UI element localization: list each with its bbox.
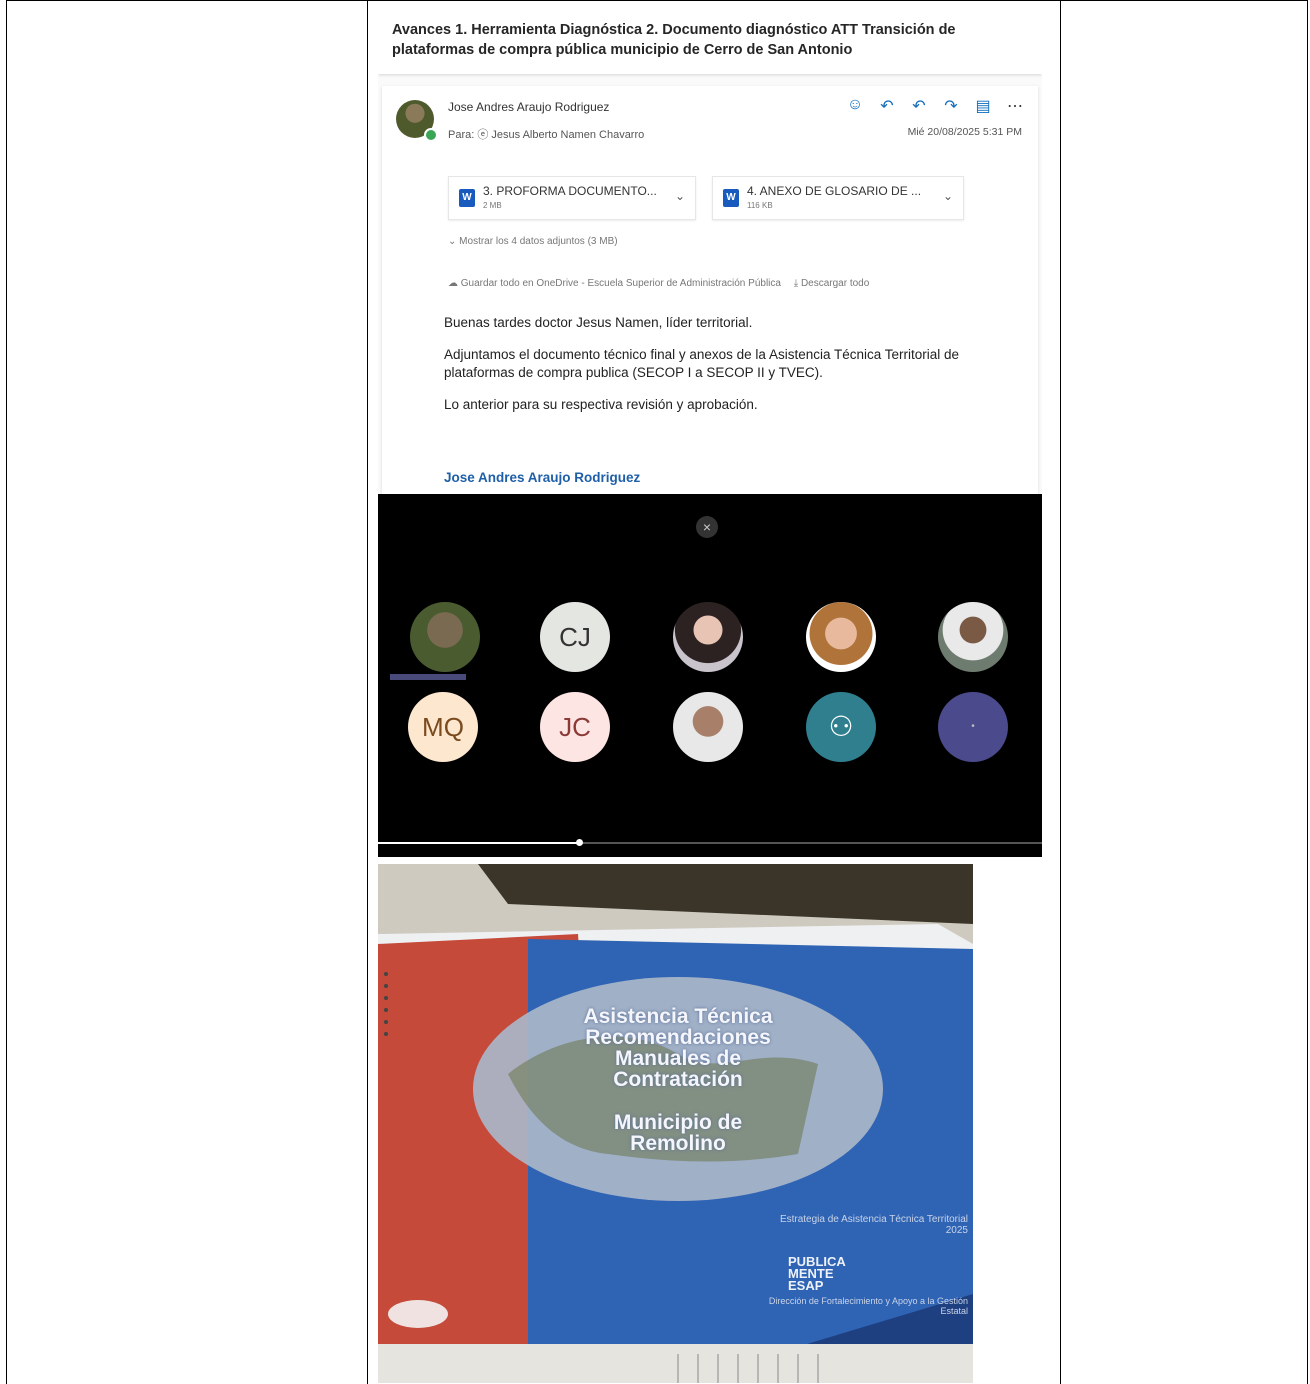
overflow-participants: • [938,692,1008,762]
word-file-icon: W [459,189,475,207]
cover-line: Asistencia Técnica [583,1005,773,1028]
participant-avatar: MQ [408,692,478,762]
cover-title: Asistencia Técnica Recomendaciones Manua… [438,1006,918,1154]
body-paragraph: Adjuntamos el documento técnico final y … [444,347,960,380]
forward-icon[interactable]: ↷ [942,96,960,116]
sender-name: Jose Andres Araujo Rodriguez [448,100,610,114]
document-cover-photo: Asistencia Técnica Recomendaciones Manua… [378,864,973,1383]
participant-name-tag [653,674,763,680]
cover-line: Remolino [630,1132,726,1155]
body-paragraph: Lo anterior para su respectiva revisión … [444,397,758,412]
participant-avatar [938,602,1008,672]
strategy-label: Estrategia de Asistencia Técnica Territo… [779,1214,968,1236]
progress-fill [378,842,578,844]
attachment-size: 2 MB [483,201,502,210]
progress-handle[interactable] [576,839,583,846]
cover-line: Contratación [613,1068,743,1091]
participant-avatar: CJ [540,602,610,672]
attachment-size: 116 KB [747,201,773,210]
person-icon: ⚇ [806,692,876,762]
email-message-card: Jose Andres Araujo Rodriguez Para: ⓔ Jes… [382,86,1038,494]
email-subject: Avances 1. Herramienta Diagnóstica 2. Do… [378,6,1042,74]
cover-footer: Dirección de Fortalecimiento y Apoyo a l… [768,1296,968,1316]
participant-avatar [673,692,743,762]
cover-line: Recomendaciones [585,1026,771,1049]
reply-icon[interactable]: ↶ [878,96,896,116]
email-body: Buenas tardes doctor Jesus Namen, líder … [444,314,1004,428]
attachment-name: 3. PROFORMA DOCUMENTO... [483,184,657,198]
participant-avatar [673,602,743,672]
participant-name-tag [520,764,630,770]
cloud-icon: ☁ [448,278,461,289]
cover-line: Municipio de [613,1111,743,1134]
column-divider-right [1060,1,1061,1384]
chevron-down-icon[interactable]: ⌄ [943,189,953,203]
presence-icon [424,128,438,142]
email-signature: Jose Andres Araujo Rodriguez [444,470,641,485]
meeting-recording-screenshot: × CJ MQ JC ⚇ • [378,494,1042,857]
reply-all-icon[interactable]: ↶ [910,96,928,116]
video-progress-bar[interactable] [378,842,1042,844]
attachment-name: 4. ANEXO DE GLOSARIO DE ... [747,184,922,198]
more-options-icon[interactable]: ⋯ [1006,96,1024,116]
participant-avatar: JC [540,692,610,762]
emoji-icon[interactable]: ☺ [846,96,864,116]
save-download-bar: ☁ Guardar todo en OneDrive - Escuela Sup… [448,278,869,289]
esap-logo: PUBLICA MENTE ESAP [788,1254,846,1293]
double-chevron-icon: ⌄ [448,236,460,247]
participant-avatar [806,602,876,672]
participant-name-tag [786,764,896,770]
show-all-label: Mostrar los 4 datos adjuntos (3 MB) [459,236,618,247]
attachment-card[interactable]: W 4. ANEXO DE GLOSARIO DE ... 116 KB ⌄ [712,176,964,220]
body-paragraph: Buenas tardes doctor Jesus Namen, líder … [444,315,753,330]
participant-name-tag [653,764,763,770]
attachment-card[interactable]: W 3. PROFORMA DOCUMENTO... 2 MB ⌄ [448,176,696,220]
immersive-reader-icon[interactable]: ▤ [974,96,992,116]
participant-name-tag [786,674,896,680]
chevron-down-icon[interactable]: ⌄ [675,189,685,203]
save-onedrive-link[interactable]: Guardar todo en OneDrive - Escuela Super… [461,278,781,289]
column-divider-left [367,1,368,1384]
word-file-icon: W [723,189,739,207]
cover-line: Manuales de [614,1047,742,1070]
download-all-link[interactable]: Descargar todo [801,278,869,289]
show-all-attachments-link[interactable]: ⌄ Mostrar los 4 datos adjuntos (3 MB) [448,236,618,247]
email-date: Mié 20/08/2025 5:31 PM [907,126,1022,138]
participant-name-tag [918,674,1028,680]
close-icon[interactable]: × [696,516,718,538]
participant-name-tag [390,674,466,680]
message-actions: ☺ ↶ ↶ ↷ ▤ ⋯ [846,96,1024,116]
download-icon: ⤓ [793,278,801,289]
participant-avatar [410,602,480,672]
recipient-line: Para: ⓔ Jesus Alberto Namen Chavarro [448,129,645,141]
participant-name-tag [520,674,630,680]
email-screenshot: Avances 1. Herramienta Diagnóstica 2. Do… [378,6,1042,494]
participant-name-tag [390,764,500,770]
